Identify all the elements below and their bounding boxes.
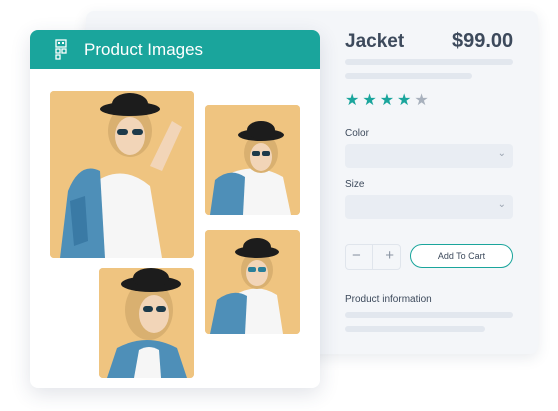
rating-stars: ★ ★ ★ ★ ★: [345, 92, 429, 110]
product-price: $99.00: [452, 30, 514, 52]
chevron-down-icon: ⌄: [497, 199, 506, 210]
product-image-main[interactable]: [50, 91, 194, 258]
size-label: Size: [345, 179, 365, 190]
star-icon: ★: [397, 92, 412, 109]
product-title: Jacket: [345, 31, 405, 52]
product-image-thumb[interactable]: [99, 268, 194, 378]
model-photo: [99, 268, 194, 378]
size-select[interactable]: ⌄: [345, 195, 513, 219]
info-placeholder-line: [345, 312, 513, 318]
plus-button[interactable]: +: [385, 247, 394, 265]
product-information-label: Product information: [345, 294, 432, 305]
description-placeholder-line: [345, 73, 472, 79]
model-photo: [205, 105, 300, 215]
chevron-down-icon: ⌄: [497, 148, 506, 159]
model-photo: [205, 230, 300, 334]
color-label: Color: [345, 128, 369, 139]
product-image-thumb[interactable]: [205, 230, 300, 334]
minus-button[interactable]: −: [352, 247, 361, 265]
info-placeholder-line: [345, 326, 485, 332]
quantity-stepper[interactable]: − +: [345, 244, 401, 270]
star-icon: ★: [362, 92, 377, 109]
gallery-icon: [55, 39, 67, 60]
product-image-thumb[interactable]: [205, 105, 300, 215]
star-icon: ★: [345, 92, 360, 109]
color-select[interactable]: ⌄: [345, 144, 513, 168]
description-placeholder-line: [345, 59, 513, 65]
product-images-card: Product Images: [30, 30, 320, 388]
product-images-header: Product Images: [30, 30, 320, 69]
star-icon: ★: [379, 92, 395, 109]
add-to-cart-button[interactable]: Add To Cart: [410, 244, 513, 268]
model-photo: [50, 91, 194, 258]
product-images-title: Product Images: [84, 40, 204, 59]
star-empty-icon: ★: [414, 92, 429, 109]
divider: [372, 245, 373, 269]
